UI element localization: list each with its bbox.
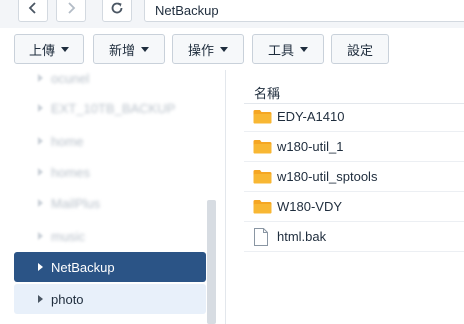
upload-label: 上傳 (28, 42, 55, 58)
file-icon (253, 227, 273, 246)
action-button[interactable]: 操作 (172, 34, 244, 64)
settings-button[interactable]: 設定 (331, 34, 389, 64)
caret-down-icon (141, 47, 149, 52)
column-header-name[interactable]: 名稱 (244, 74, 464, 104)
expand-arrow-icon[interactable] (38, 104, 43, 112)
refresh-button[interactable] (102, 0, 132, 22)
file-name: W180-VDY (277, 199, 343, 214)
tree-item-label: MailPlus (51, 195, 101, 211)
chevron-left-icon (28, 2, 36, 14)
tree-item-ocunel[interactable]: ocunel (14, 63, 206, 93)
tree-item-music[interactable]: music (14, 221, 206, 251)
folder-icon (253, 139, 273, 155)
file-row[interactable]: w180-util_1 (244, 132, 464, 162)
expand-arrow-icon[interactable] (38, 137, 43, 145)
file-name: w180-util_1 (277, 139, 344, 154)
file-name: w180-util_sptools (277, 169, 378, 184)
expand-arrow-icon[interactable] (38, 232, 43, 240)
tree-item-ext-10tb-backup[interactable]: EXT_10TB_BACKUP (14, 93, 206, 123)
folder-tree: ocunel EXT_10TB_BACKUP home homes MailPl… (0, 70, 226, 324)
tree-item-mailplus[interactable]: MailPlus (14, 188, 206, 218)
tree-item-label: NetBackup (51, 259, 115, 275)
path-field[interactable]: NetBackup (144, 0, 464, 22)
tree-item-label: homes (51, 164, 91, 180)
caret-down-icon (220, 47, 228, 52)
file-name: html.bak (277, 229, 327, 244)
file-list: 名稱 EDY-A1410 w180-util_1 w180-util_sptoo… (244, 70, 464, 324)
create-label: 新增 (108, 42, 135, 58)
file-name: EDY-A1410 (277, 109, 345, 124)
refresh-icon (111, 2, 123, 14)
tree-item-home[interactable]: home (14, 126, 206, 156)
expand-arrow-icon[interactable] (38, 168, 43, 176)
expand-arrow-icon[interactable] (38, 295, 43, 303)
folder-icon (253, 169, 273, 185)
tree-item-label: ocunel (51, 70, 90, 86)
tree-item-label: photo (51, 291, 84, 307)
expand-arrow-icon[interactable] (38, 199, 43, 207)
file-row[interactable]: w180-util_sptools (244, 162, 464, 192)
tree-item-homes[interactable]: homes (14, 157, 206, 187)
tree-scrollbar[interactable] (207, 200, 216, 324)
address-bar: NetBackup (0, 0, 464, 28)
tree-item-label: music (51, 228, 85, 244)
expand-arrow-icon[interactable] (38, 74, 43, 82)
tools-button[interactable]: 工具 (252, 34, 324, 64)
forward-button[interactable] (56, 0, 86, 22)
settings-label: 設定 (346, 42, 373, 58)
expand-arrow-icon[interactable] (38, 263, 43, 271)
tree-item-netbackup[interactable]: NetBackup (14, 252, 206, 282)
folder-icon (253, 199, 273, 215)
caret-down-icon (61, 47, 69, 52)
tree-item-label: home (51, 133, 84, 149)
file-row[interactable]: html.bak (244, 222, 464, 252)
caret-down-icon (300, 47, 308, 52)
folder-icon (253, 109, 273, 125)
upload-button[interactable]: 上傳 (14, 34, 84, 64)
file-row[interactable]: EDY-A1410 (244, 102, 464, 132)
chevron-right-icon (68, 2, 76, 14)
action-label: 操作 (187, 42, 214, 58)
back-button[interactable] (18, 0, 48, 22)
tools-label: 工具 (267, 42, 294, 58)
tree-item-label: EXT_10TB_BACKUP (51, 100, 176, 116)
create-button[interactable]: 新增 (93, 34, 165, 64)
file-row[interactable]: W180-VDY (244, 192, 464, 222)
tree-item-photo[interactable]: photo (14, 284, 206, 314)
